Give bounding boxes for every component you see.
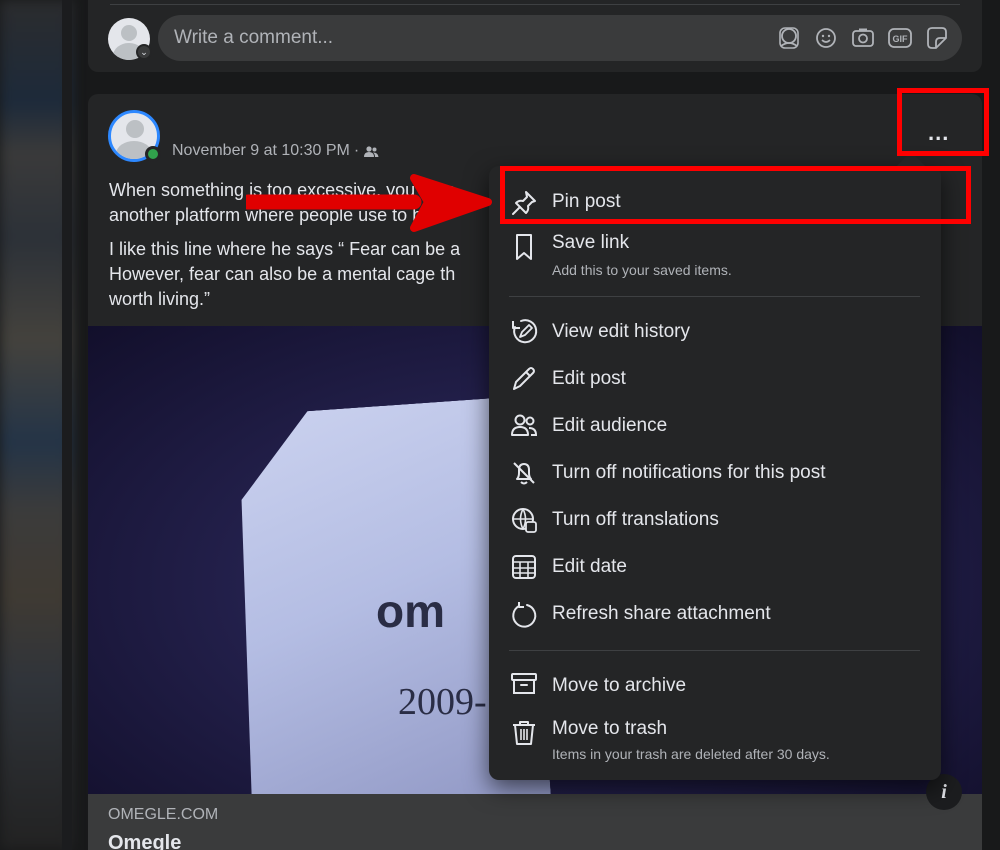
save-link-menu-item[interactable]: Save link Add this to your saved items. (489, 228, 941, 282)
date-separator: · (353, 142, 360, 159)
turn-off-translations-menu-item[interactable]: Turn off translations (489, 504, 941, 538)
comment-composer[interactable]: GIF (158, 15, 962, 61)
menu-item-label: Refresh share attachment (552, 603, 771, 624)
bookmark-icon (509, 232, 539, 262)
screenshot-stage: ⌄ GIF (0, 0, 1000, 850)
menu-item-label: Edit date (552, 556, 627, 577)
avatar-sticker-icon[interactable] (776, 26, 802, 50)
svg-text:GIF: GIF (893, 34, 909, 44)
menu-item-label: Move to trash (552, 718, 668, 739)
menu-item-label: Turn off notifications for this post (552, 462, 826, 483)
edit-audience-menu-item[interactable]: Edit audience (489, 410, 941, 444)
menu-item-description: Add this to your saved items. (552, 262, 732, 278)
sticker-icon[interactable] (924, 26, 950, 50)
friends-icon[interactable] (363, 145, 379, 157)
avatar-switch-chevron-icon[interactable]: ⌄ (136, 44, 152, 60)
comment-input[interactable] (174, 25, 734, 51)
archive-icon (509, 669, 539, 699)
previous-post-card: ⌄ GIF (88, 0, 982, 72)
shirt-year-text: 2009- (398, 681, 487, 723)
move-to-archive-menu-item[interactable]: Move to archive (489, 668, 941, 702)
trash-icon (509, 718, 539, 748)
gif-icon[interactable]: GIF (887, 26, 913, 50)
refresh-icon (509, 600, 539, 630)
menu-divider (509, 296, 920, 297)
menu-item-label: Edit audience (552, 415, 668, 436)
post-text-line: However, fear can also be a mental cage … (109, 264, 456, 284)
turn-off-notifications-menu-item[interactable]: Turn off notifications for this post (489, 457, 941, 491)
link-domain: OMEGLE.COM (108, 806, 219, 823)
bell-off-icon (509, 458, 539, 488)
pin-post-highlight (500, 166, 971, 224)
post-timestamp[interactable]: November 9 at 10:30 PM · (172, 142, 379, 160)
menu-item-label: Edit post (552, 368, 626, 389)
post-text-line: I like this line where he says “ Fear ca… (109, 239, 461, 259)
menu-item-description: Items in your trash are deleted after 30… (552, 746, 830, 762)
menu-item-label: Turn off translations (552, 509, 719, 530)
annotation-arrow-icon (246, 174, 492, 232)
more-options-highlight (897, 88, 989, 156)
menu-divider (509, 650, 920, 651)
globe-translate-icon (509, 505, 539, 535)
camera-icon[interactable] (850, 26, 876, 50)
audience-icon (509, 411, 539, 441)
refresh-share-attachment-menu-item[interactable]: Refresh share attachment (489, 598, 941, 632)
link-title: Omegle (108, 832, 182, 850)
sidebar-edge (62, 0, 72, 850)
edit-date-menu-item[interactable]: Edit date (489, 551, 941, 585)
link-preview-footer[interactable]: OMEGLE.COM Omegle (88, 794, 982, 850)
edit-history-icon (509, 317, 539, 347)
shirt-logo-text: om (376, 585, 445, 637)
view-edit-history-menu-item[interactable]: View edit history (489, 316, 941, 350)
emoji-icon[interactable] (813, 26, 839, 50)
card-divider (110, 4, 960, 5)
online-status-dot (145, 146, 161, 162)
post-text-line: worth living.” (109, 289, 211, 309)
menu-item-label: View edit history (552, 321, 690, 342)
menu-item-label: Save link (552, 232, 630, 253)
pencil-icon (509, 364, 539, 394)
calendar-icon (509, 552, 539, 582)
post-date-text[interactable]: November 9 at 10:30 PM (172, 142, 350, 159)
menu-item-label: Move to archive (552, 675, 687, 696)
move-to-trash-menu-item[interactable]: Move to trash Items in your trash are de… (489, 714, 941, 770)
edit-post-menu-item[interactable]: Edit post (489, 363, 941, 397)
post-options-menu: Pin post Save link Add this to your save… (489, 166, 941, 780)
